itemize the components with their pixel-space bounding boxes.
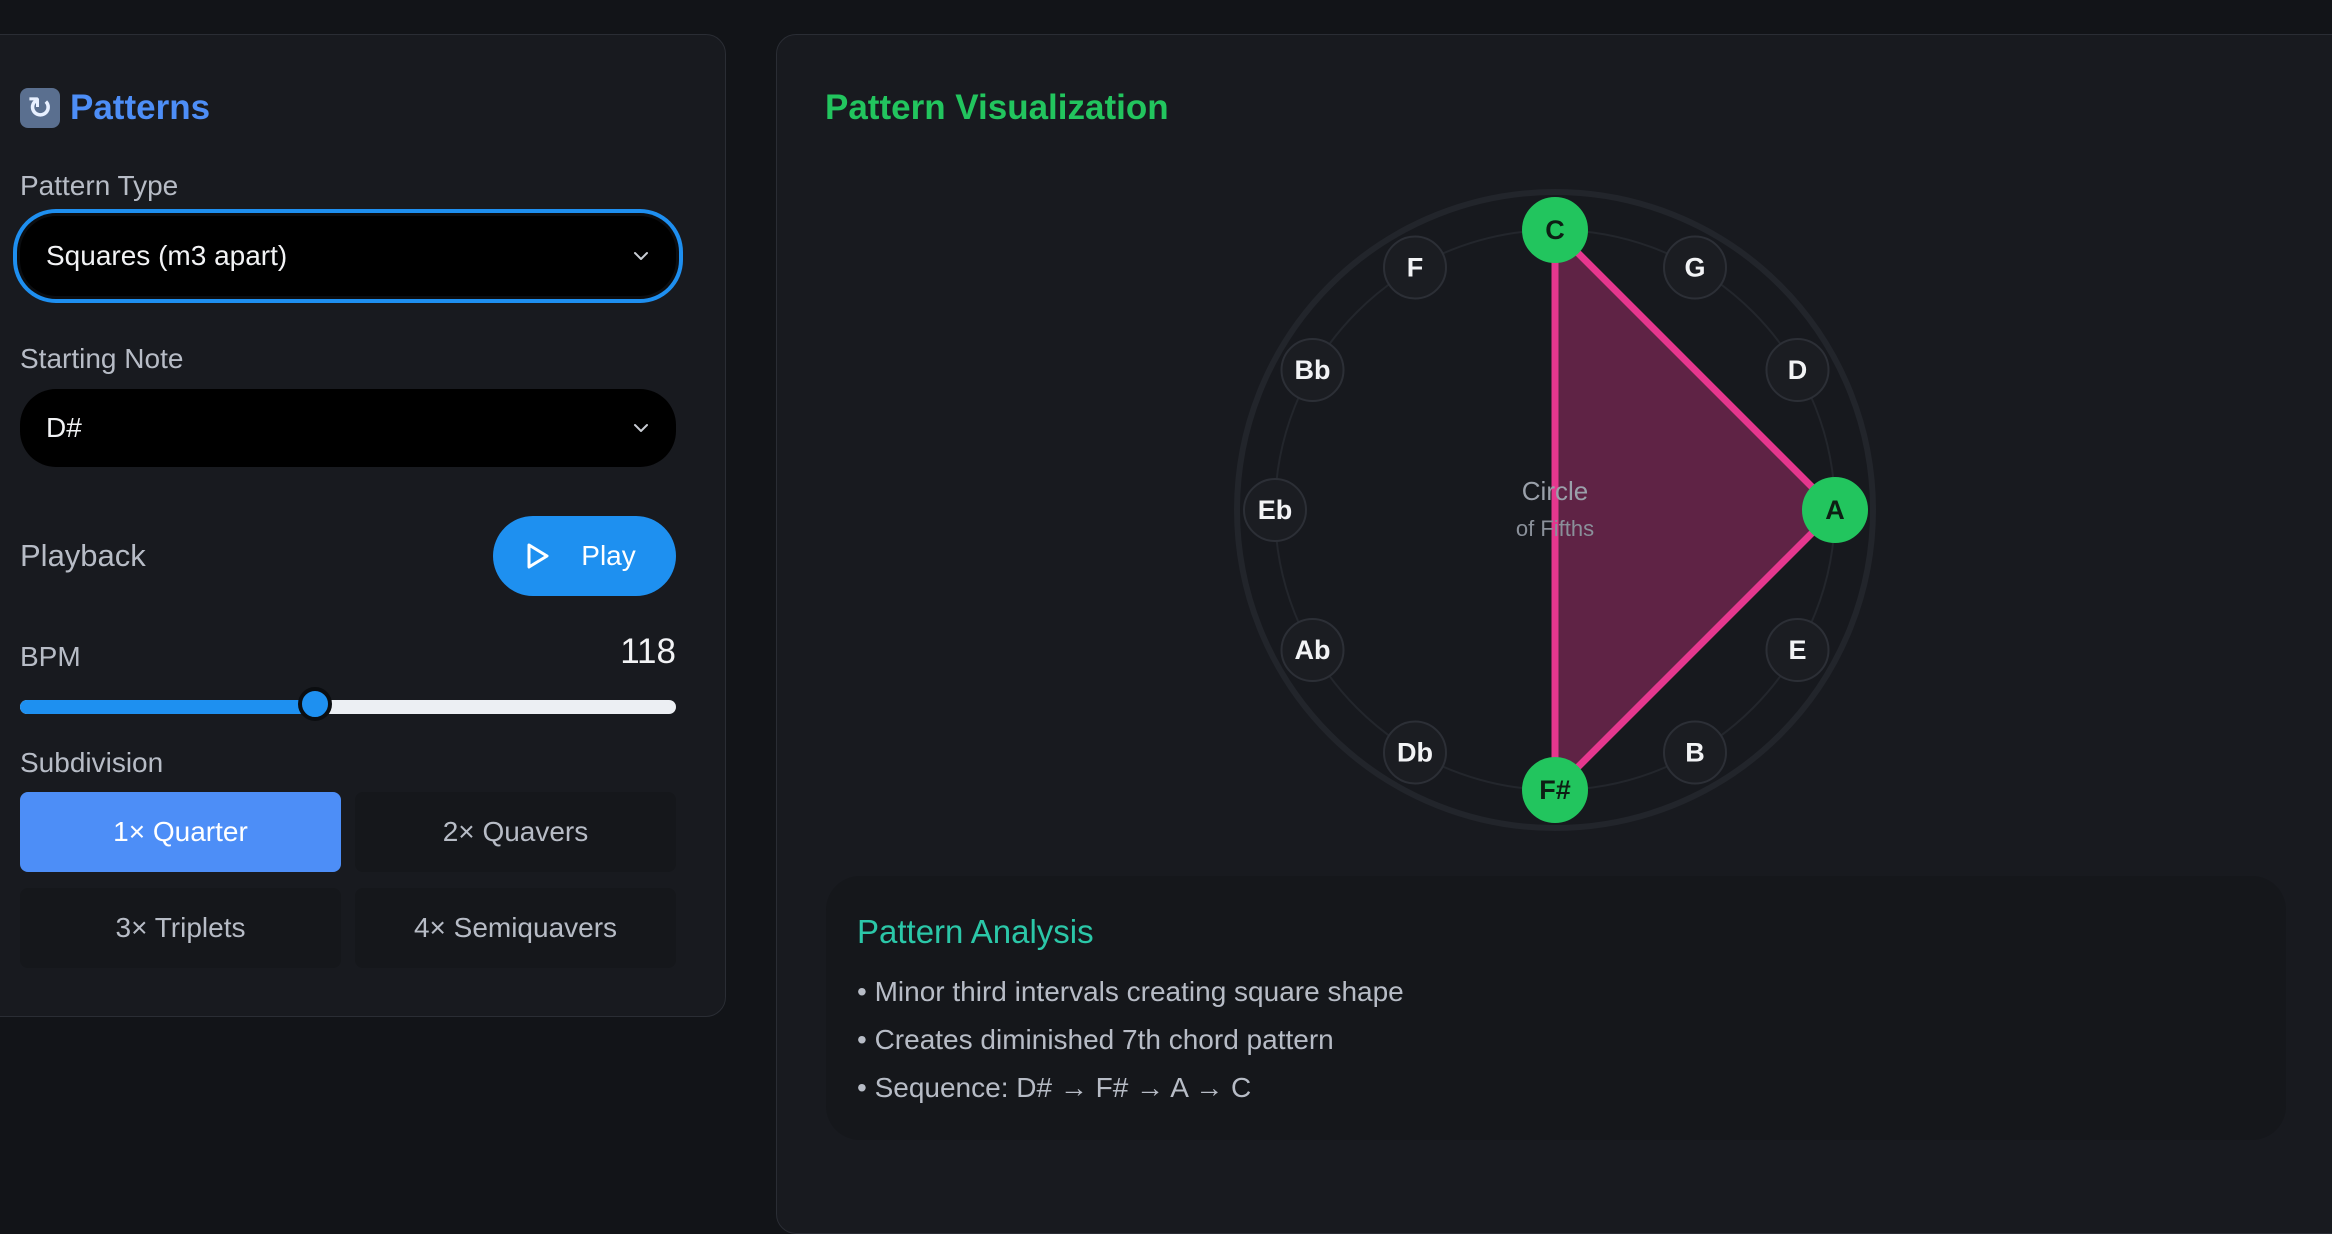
patterns-title: Patterns	[70, 88, 211, 127]
pattern-type-value: Squares (m3 apart)	[46, 240, 288, 271]
note-label: C	[1545, 215, 1565, 245]
note-label: E	[1788, 635, 1806, 665]
note-label: F#	[1539, 775, 1571, 805]
bpm-slider-thumb[interactable]	[298, 687, 333, 721]
subdivision-triplets-button[interactable]: 3× Triplets	[20, 888, 341, 968]
note-label: Db	[1397, 737, 1433, 767]
analysis-item: • Creates diminished 7th chord pattern	[857, 1024, 1334, 1055]
analysis-item: • Minor third intervals creating square …	[857, 976, 1404, 1007]
starting-note-label: Starting Note	[20, 343, 184, 374]
bpm-value: 118	[620, 632, 676, 671]
note-label: D	[1788, 355, 1808, 385]
chevron-down-icon	[634, 252, 648, 260]
subdivision-quarter-button[interactable]: 1× Quarter	[20, 792, 341, 872]
bpm-slider-track[interactable]	[20, 700, 676, 714]
subdivision-label: Subdivision	[20, 747, 164, 778]
note-label: F	[1407, 253, 1424, 283]
cycle-icon: ↻	[20, 88, 60, 128]
center-label-line2: of Fifths	[1516, 516, 1594, 541]
visualization-title: Pattern Visualization	[825, 88, 1169, 127]
chevron-down-icon	[634, 424, 648, 432]
pattern-type-label: Pattern Type	[20, 170, 179, 201]
analysis-item: • Sequence: D# → F# → A → C	[857, 1072, 1252, 1103]
subdivision-semiquavers-button[interactable]: 4× Semiquavers	[355, 888, 676, 968]
note-label: G	[1684, 253, 1705, 283]
playback-label: Playback	[20, 538, 146, 573]
pattern-type-select[interactable]: Squares (m3 apart)	[20, 216, 676, 296]
bpm-slider-fill	[20, 700, 316, 714]
starting-note-value: D#	[46, 412, 82, 443]
play-button[interactable]: Play	[493, 516, 676, 596]
play-icon	[527, 543, 549, 569]
play-label: Play	[581, 540, 636, 571]
subdivision-quavers-button[interactable]: 2× Quavers	[355, 792, 676, 872]
starting-note-select[interactable]: D#	[20, 389, 676, 467]
note-label: Eb	[1258, 495, 1293, 525]
pattern-analysis-title: Pattern Analysis	[857, 913, 1094, 950]
note-label: A	[1825, 495, 1845, 525]
note-label: Ab	[1295, 635, 1331, 665]
center-label-line1: Circle	[1522, 476, 1588, 506]
circle-of-fifths: Circle of Fifths C G D A E B F# Db Ab Eb Bb F	[1234, 189, 1876, 831]
patterns-heading: ↻ Patterns	[20, 88, 210, 128]
bpm-label: BPM	[20, 641, 81, 672]
note-label: B	[1685, 737, 1705, 767]
note-label: Bb	[1295, 355, 1331, 385]
